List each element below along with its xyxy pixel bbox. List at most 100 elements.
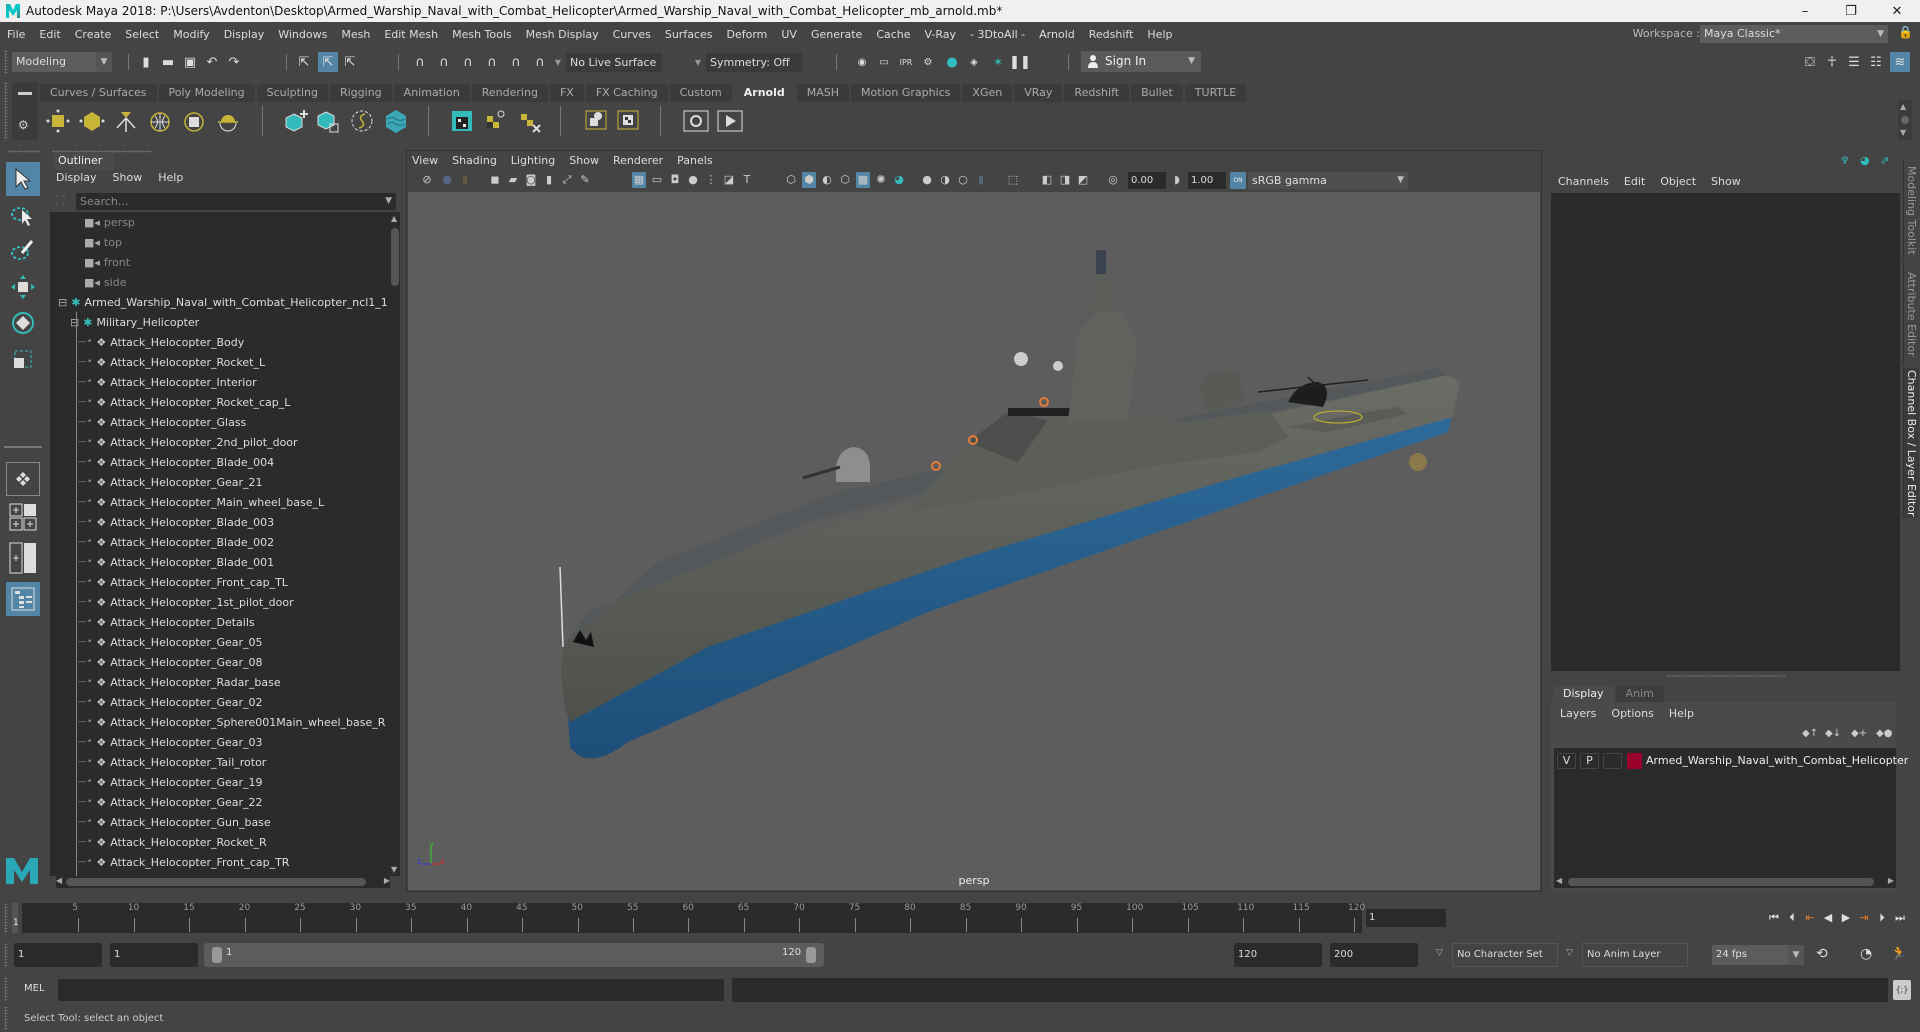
shelf-tab-rendering[interactable]: Rendering (471, 84, 548, 102)
go-to-end-button[interactable]: ⏭ (1891, 909, 1909, 927)
redo-icon[interactable]: ↷ (224, 52, 244, 72)
channel-box-menu-show[interactable]: Show (1711, 174, 1741, 190)
area-light-icon[interactable] (44, 108, 72, 134)
scroll-up-icon[interactable]: ▲ (391, 214, 397, 223)
pause-viewport-icon[interactable]: ❚❚ (1009, 52, 1031, 72)
bookmark-icon[interactable]: ▮ (542, 172, 556, 188)
ipr-eye-icon[interactable] (682, 108, 710, 134)
minimize-button[interactable]: – (1782, 0, 1828, 22)
outliner-item-group[interactable]: ⊟ ✱ Military_Helicopter (50, 312, 390, 332)
scroll-right-icon[interactable]: ▶ (384, 876, 390, 885)
menu-deform[interactable]: Deform (719, 28, 774, 41)
render-frame-icon[interactable]: ▭ (874, 52, 894, 72)
drag-handle[interactable] (4, 977, 8, 1001)
channel-box-toggle-icon[interactable]: ≋ (1890, 52, 1910, 72)
select-components-icon[interactable]: ⇱ (340, 52, 360, 72)
chevron-down-icon[interactable]: ▼ (548, 52, 568, 72)
lock-icon[interactable]: 🔒 (1898, 25, 1913, 43)
outliner-item-mesh[interactable]: —• ❖ Attack_Helocopter_Blade_002 (50, 532, 390, 552)
wireframe-on-shaded-icon[interactable]: ⬡ (838, 172, 852, 188)
four-pane-layout-button[interactable] (6, 502, 40, 532)
shelf-tab-fx-caching[interactable]: FX Caching (585, 84, 668, 102)
2d-pan-zoom-icon[interactable]: ⤢ (560, 172, 574, 188)
channel-box-toggle-icon[interactable]: ♆ (1840, 154, 1850, 167)
open-scene-icon[interactable]: ▬ (158, 52, 178, 72)
gear-icon[interactable]: ⚙ (18, 118, 29, 132)
outliner-item-mesh[interactable]: —• ❖ Attack_Helocopter_Glass (50, 412, 390, 432)
layer-menu-help[interactable]: Help (1669, 706, 1694, 722)
menu-redshift[interactable]: Redshift (1082, 28, 1141, 41)
safe-action-icon[interactable]: ◪ (722, 172, 736, 188)
xray-components-icon[interactable]: ◩ (1076, 172, 1090, 188)
menu-curves[interactable]: Curves (606, 28, 658, 41)
select-tool[interactable] (6, 162, 40, 196)
menu-set-select[interactable]: Modeling ▼ (12, 52, 112, 72)
menu-select[interactable]: Select (118, 28, 166, 41)
drag-handle[interactable] (4, 903, 8, 933)
playback-end-field[interactable]: 120 (1234, 943, 1322, 967)
shelf-tab-fx[interactable]: FX (549, 84, 584, 102)
step-back-key-button[interactable]: ⇤ (1801, 909, 1819, 927)
outliner-item-mesh[interactable]: —• ❖ Attack_Helocopter_Gear_21 (50, 472, 390, 492)
shelf-tab-rigging[interactable]: Rigging (329, 84, 392, 102)
step-forward-key-button[interactable]: ⇥ (1855, 909, 1873, 927)
layer-menu-options[interactable]: Options (1611, 706, 1653, 722)
symmetry-field[interactable]: Symmetry: Off (706, 53, 802, 72)
snap-point-icon[interactable]: ∩ (458, 52, 478, 72)
resolution-gate-icon[interactable]: ◘ (668, 172, 682, 188)
shelf-tab-turtle[interactable]: TURTLE (1184, 84, 1247, 102)
smooth-shade-icon[interactable]: ⬢ (802, 172, 816, 188)
ipr-render-icon[interactable]: IPR (896, 52, 916, 72)
animation-preferences-icon[interactable]: 🏃 (1890, 946, 1907, 962)
shelf-menu-icon[interactable] (18, 92, 32, 95)
animation-end-field[interactable]: 200 (1330, 943, 1418, 967)
move-tool[interactable] (6, 270, 40, 304)
select-hierarchy-icon[interactable]: ⇱ (294, 52, 314, 72)
menu-mesh-display[interactable]: Mesh Display (519, 28, 606, 41)
modeling-toolkit-toggle-icon[interactable]: ⛋ (1800, 52, 1820, 72)
drag-handle[interactable] (4, 50, 8, 74)
playback-start-field[interactable]: 1 (110, 943, 198, 967)
new-layer-selected-icon[interactable]: ◆● (1876, 728, 1892, 739)
scale-tool[interactable] (6, 342, 40, 376)
outliner-menu-display[interactable]: Display (56, 170, 97, 186)
two-pane-layout-button[interactable] (6, 540, 40, 576)
play-forwards-button[interactable]: ▶ (1837, 909, 1855, 927)
scroll-left-icon[interactable]: ◀ (1556, 876, 1562, 885)
outliner-item-mesh[interactable]: —• ❖ Attack_Helocopter_Blade_004 (50, 452, 390, 472)
viewport-menu-panels[interactable]: Panels (677, 153, 712, 169)
live-surface-field[interactable]: No Live Surface (566, 53, 662, 72)
range-slider[interactable] (204, 943, 824, 967)
outliner-layout-button[interactable] (6, 582, 40, 616)
render-play-icon[interactable] (716, 108, 744, 134)
shelf-tab-vray[interactable]: VRay (1014, 84, 1063, 102)
outliner-item-mesh[interactable]: —• ❖ Attack_Helocopter_Rocket_cap_L (50, 392, 390, 412)
outliner-search-input[interactable]: Search... ▼ (76, 193, 396, 210)
outliner-hscroll-thumb[interactable] (66, 878, 366, 886)
render-setup-icon[interactable]: ◈ (964, 52, 984, 72)
film-gate-icon[interactable]: ▭ (650, 172, 664, 188)
outliner-item-mesh[interactable]: —• ❖ Attack_Helocopter_Front_cap_TR (50, 852, 390, 872)
camera-settings-icon[interactable]: ◙ (524, 172, 538, 188)
menu-uv[interactable]: UV (774, 28, 804, 41)
chevron-down-icon[interactable]: ▼ (688, 52, 708, 72)
menu-surfaces[interactable]: Surfaces (658, 28, 720, 41)
color-management-toggle[interactable]: ON (1230, 172, 1246, 189)
xray-icon[interactable]: ◧ (1040, 172, 1054, 188)
outliner-item-mesh[interactable]: —• ❖ Attack_Helocopter_Interior (50, 372, 390, 392)
menu-mesh-tools[interactable]: Mesh Tools (445, 28, 519, 41)
scroll-down-icon[interactable]: ▼ (1900, 128, 1906, 137)
layer-tab-anim[interactable]: Anim (1615, 686, 1664, 702)
menu-help[interactable]: Help (1140, 28, 1179, 41)
outliner-menu-help[interactable]: Help (158, 170, 183, 186)
viewport-menu-show[interactable]: Show (569, 153, 599, 169)
scroll-up-icon[interactable]: ▲ (1900, 102, 1906, 111)
snap-curve-icon[interactable]: ∩ (434, 52, 454, 72)
scroll-right-icon[interactable]: ▶ (1888, 876, 1894, 885)
drag-handle[interactable] (4, 1006, 8, 1030)
anti-aliasing-icon[interactable]: ○ (956, 172, 970, 188)
mel-label[interactable]: MEL (24, 983, 45, 994)
shelf-menu-icon[interactable] (1901, 116, 1909, 124)
drag-handle[interactable] (4, 943, 8, 967)
menu-generate[interactable]: Generate (804, 28, 869, 41)
